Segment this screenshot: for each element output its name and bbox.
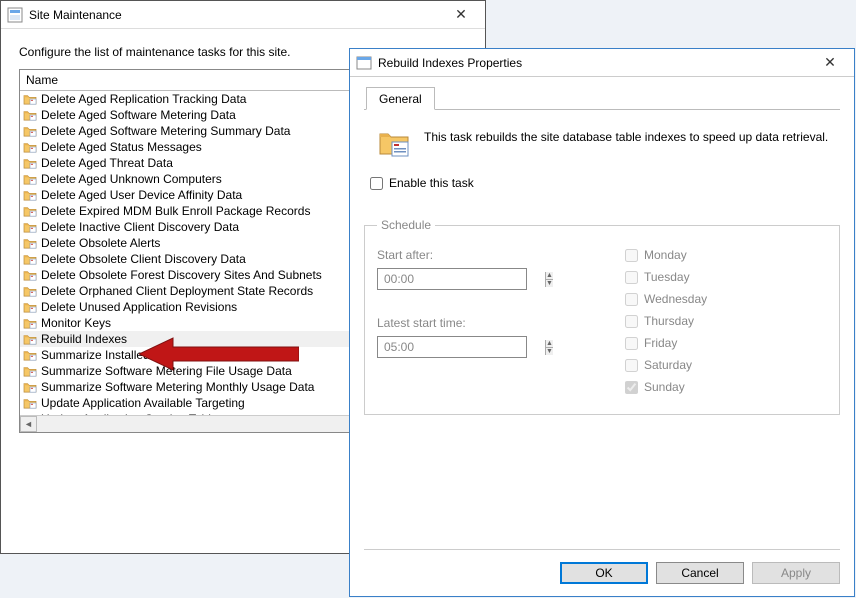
dialog-buttons: OK Cancel Apply <box>364 549 840 584</box>
folder-icon <box>22 380 38 394</box>
day-friday[interactable]: Friday <box>625 332 827 354</box>
task-label: Delete Aged Replication Tracking Data <box>41 92 246 106</box>
day-label: Tuesday <box>644 270 690 284</box>
window-title: Rebuild Indexes Properties <box>378 56 812 70</box>
latest-start-input[interactable] <box>378 340 545 354</box>
folder-icon <box>22 188 38 202</box>
task-label: Delete Obsolete Forest Discovery Sites A… <box>41 268 322 282</box>
task-label: Delete Obsolete Client Discovery Data <box>41 252 246 266</box>
day-checkbox[interactable] <box>625 293 638 306</box>
task-label: Delete Unused Application Revisions <box>41 300 237 314</box>
day-checkbox[interactable] <box>625 249 638 262</box>
properties-icon <box>356 55 372 71</box>
task-label: Update Application Available Targeting <box>41 396 245 410</box>
window-title: Site Maintenance <box>29 8 443 22</box>
task-icon <box>378 126 410 158</box>
folder-icon <box>22 172 38 186</box>
day-monday[interactable]: Monday <box>625 244 827 266</box>
task-label: Delete Aged Unknown Computers <box>41 172 222 186</box>
task-description: This task rebuilds the site database tab… <box>424 126 828 144</box>
task-label: Delete Inactive Client Discovery Data <box>41 220 239 234</box>
day-saturday[interactable]: Saturday <box>625 354 827 376</box>
folder-icon <box>22 316 38 330</box>
folder-icon <box>22 236 38 250</box>
folder-icon <box>22 396 38 410</box>
task-label: Summarize Software Metering File Usage D… <box>41 364 292 378</box>
folder-icon <box>22 252 38 266</box>
spin-down[interactable]: ▼ <box>546 347 553 355</box>
day-tuesday[interactable]: Tuesday <box>625 266 827 288</box>
day-sunday[interactable]: Sunday <box>625 376 827 398</box>
folder-icon <box>22 140 38 154</box>
tabstrip: General <box>364 87 840 110</box>
task-label: Summarize Software Metering Monthly Usag… <box>41 380 314 394</box>
enable-task-checkbox[interactable]: Enable this task <box>364 170 840 198</box>
tab-general[interactable]: General <box>366 87 435 110</box>
titlebar[interactable]: Site Maintenance ✕ <box>1 1 485 29</box>
folder-icon <box>22 108 38 122</box>
task-label: Rebuild Indexes <box>41 332 127 346</box>
spin-up[interactable]: ▲ <box>546 272 553 279</box>
start-after-spinner[interactable]: ▲ ▼ <box>377 268 527 290</box>
schedule-group: Schedule Start after: ▲ ▼ Latest start t… <box>364 218 840 415</box>
folder-icon <box>22 332 38 346</box>
day-label: Saturday <box>644 358 692 372</box>
task-label: Delete Aged User Device Affinity Data <box>41 188 242 202</box>
ok-button[interactable]: OK <box>560 562 648 584</box>
day-checkbox[interactable] <box>625 271 638 284</box>
day-label: Monday <box>644 248 687 262</box>
task-label: Summarize Installed Software Data <box>41 348 229 362</box>
folder-icon <box>22 300 38 314</box>
enable-task-input[interactable] <box>370 177 383 190</box>
cancel-button[interactable]: Cancel <box>656 562 744 584</box>
day-label: Sunday <box>644 380 685 394</box>
schedule-legend: Schedule <box>377 218 435 232</box>
task-label: Monitor Keys <box>41 316 111 330</box>
day-label: Friday <box>644 336 677 350</box>
titlebar[interactable]: Rebuild Indexes Properties ✕ <box>350 49 854 77</box>
day-checkbox[interactable] <box>625 381 638 394</box>
day-checkbox[interactable] <box>625 315 638 328</box>
start-after-label: Start after: <box>377 248 597 262</box>
day-checkbox[interactable] <box>625 337 638 350</box>
start-after-input[interactable] <box>378 272 545 286</box>
close-button[interactable]: ✕ <box>812 52 848 74</box>
task-label: Delete Orphaned Client Deployment State … <box>41 284 313 298</box>
folder-icon <box>22 156 38 170</box>
task-label: Delete Aged Threat Data <box>41 156 173 170</box>
folder-icon <box>22 284 38 298</box>
latest-start-spinner[interactable]: ▲ ▼ <box>377 336 527 358</box>
folder-icon <box>22 204 38 218</box>
day-checkbox[interactable] <box>625 359 638 372</box>
folder-icon <box>22 364 38 378</box>
task-label: Delete Aged Software Metering Data <box>41 108 236 122</box>
folder-icon <box>22 92 38 106</box>
rebuild-indexes-properties-window: Rebuild Indexes Properties ✕ General Thi… <box>349 48 855 597</box>
day-label: Wednesday <box>644 292 707 306</box>
close-button[interactable]: ✕ <box>443 4 479 26</box>
day-label: Thursday <box>644 314 694 328</box>
task-label: Delete Expired MDM Bulk Enroll Package R… <box>41 204 310 218</box>
day-wednesday[interactable]: Wednesday <box>625 288 827 310</box>
latest-start-label: Latest start time: <box>377 316 597 330</box>
folder-icon <box>22 348 38 362</box>
task-label: Delete Obsolete Alerts <box>41 236 160 250</box>
enable-task-label: Enable this task <box>389 176 474 190</box>
task-label: Delete Aged Status Messages <box>41 140 202 154</box>
folder-icon <box>22 268 38 282</box>
day-thursday[interactable]: Thursday <box>625 310 827 332</box>
apply-button[interactable]: Apply <box>752 562 840 584</box>
folder-icon <box>22 124 38 138</box>
spin-up[interactable]: ▲ <box>546 340 553 347</box>
spin-down[interactable]: ▼ <box>546 279 553 287</box>
task-label: Delete Aged Software Metering Summary Da… <box>41 124 290 138</box>
folder-icon <box>22 220 38 234</box>
app-icon <box>7 7 23 23</box>
scroll-left-arrow[interactable]: ◄ <box>20 416 37 432</box>
